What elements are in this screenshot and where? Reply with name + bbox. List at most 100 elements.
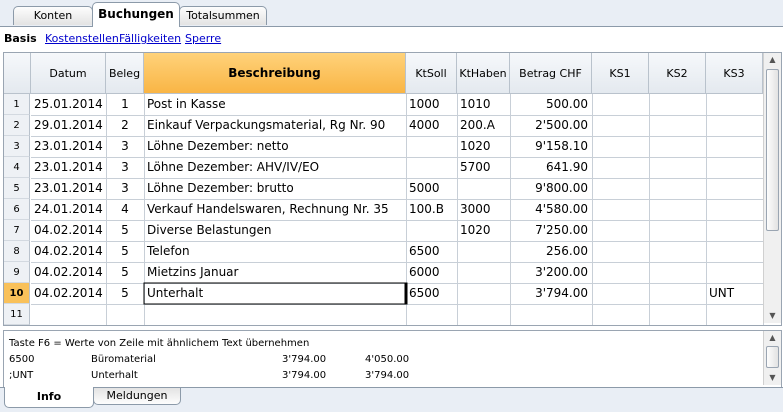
cell-ks3[interactable] — [706, 199, 763, 220]
cell-ks1[interactable] — [592, 157, 649, 178]
subtab-basis[interactable]: Basis — [4, 32, 37, 45]
cell-kthaben[interactable]: 1020 — [457, 136, 510, 157]
cell-ktsoll[interactable] — [406, 136, 457, 157]
cell-beschreibung[interactable]: Unterhalt — [144, 283, 406, 304]
row-number[interactable]: 6 — [4, 199, 30, 220]
tab-buchungen[interactable]: Buchungen — [92, 2, 180, 27]
cell-ks2[interactable] — [649, 199, 706, 220]
cell-ks1[interactable] — [592, 262, 649, 283]
cell-ks3[interactable]: UNT — [706, 283, 763, 304]
scroll-down-icon[interactable]: ▼ — [764, 371, 781, 385]
cell-ks2[interactable] — [649, 115, 706, 136]
cell-ktsoll[interactable] — [406, 220, 457, 241]
cell-ks3[interactable] — [706, 262, 763, 283]
cell-beschreibung[interactable]: Verkauf Handelswaren, Rechnung Nr. 35 — [144, 199, 406, 220]
cell-ks1[interactable] — [592, 94, 649, 115]
cell-beschreibung[interactable]: Telefon — [144, 241, 406, 262]
cell-beschreibung[interactable]: Löhne Dezember: AHV/IV/EO — [144, 157, 406, 178]
cell-ks2[interactable] — [649, 283, 706, 304]
row-number[interactable]: 3 — [4, 136, 30, 157]
cell-beschreibung[interactable]: Post in Kasse — [144, 94, 406, 115]
scroll-up-icon[interactable]: ▲ — [764, 331, 781, 345]
column-header-ktsoll[interactable]: KtSoll — [406, 53, 457, 94]
cell-betrag[interactable] — [510, 304, 592, 325]
cell-betrag[interactable]: 256.00 — [510, 241, 592, 262]
column-header-datum[interactable]: Datum — [31, 53, 106, 94]
cell-datum[interactable]: 23.01.2014 — [31, 178, 106, 199]
cell-kthaben[interactable] — [457, 283, 510, 304]
cell-kthaben[interactable]: 1020 — [457, 220, 510, 241]
cell-ktsoll[interactable]: 4000 — [406, 115, 457, 136]
cell-beleg[interactable]: 3 — [106, 157, 144, 178]
cell-datum[interactable] — [31, 304, 106, 325]
cell-ks2[interactable] — [649, 178, 706, 199]
column-header-betrag[interactable]: Betrag CHF — [510, 53, 592, 94]
cell-ks2[interactable] — [649, 136, 706, 157]
cell-beschreibung[interactable]: Diverse Belastungen — [144, 220, 406, 241]
subtab-faelligkeiten[interactable]: Fälligkeiten — [119, 32, 181, 45]
cell-ktsoll[interactable]: 6000 — [406, 262, 457, 283]
cell-betrag[interactable]: 9'800.00 — [510, 178, 592, 199]
cell-beleg[interactable]: 5 — [106, 283, 144, 304]
cell-ktsoll[interactable]: 1000 — [406, 94, 457, 115]
cell-beschreibung[interactable]: Löhne Dezember: brutto — [144, 178, 406, 199]
cell-datum[interactable]: 25.01.2014 — [31, 94, 106, 115]
cell-beleg[interactable]: 3 — [106, 178, 144, 199]
cell-kthaben[interactable]: 200.A — [457, 115, 510, 136]
cell-ks1[interactable] — [592, 304, 649, 325]
cell-ks3[interactable] — [706, 241, 763, 262]
row-number[interactable]: 4 — [4, 157, 30, 178]
cell-beschreibung[interactable]: Einkauf Verpackungsmaterial, Rg Nr. 90 — [144, 115, 406, 136]
info-vertical-scrollbar[interactable]: ▲ ▼ — [763, 331, 781, 385]
cell-datum[interactable]: 04.02.2014 — [31, 262, 106, 283]
cell-beleg[interactable]: 4 — [106, 199, 144, 220]
cell-ktsoll[interactable]: 6500 — [406, 283, 457, 304]
row-number[interactable]: 11 — [4, 304, 30, 325]
cell-ks2[interactable] — [649, 241, 706, 262]
cell-kthaben[interactable] — [457, 241, 510, 262]
cell-beleg[interactable]: 5 — [106, 262, 144, 283]
cell-kthaben[interactable]: 1010 — [457, 94, 510, 115]
row-number[interactable]: 9 — [4, 262, 30, 283]
cell-ks1[interactable] — [592, 136, 649, 157]
tab-info[interactable]: Info — [4, 387, 94, 408]
cell-ks3[interactable] — [706, 304, 763, 325]
cell-ks2[interactable] — [649, 262, 706, 283]
cell-beleg[interactable]: 5 — [106, 220, 144, 241]
cell-ks1[interactable] — [592, 115, 649, 136]
cell-ktsoll[interactable]: 100.B — [406, 199, 457, 220]
tab-totalsummen[interactable]: Totalsummen — [179, 6, 267, 25]
cell-betrag[interactable]: 7'250.00 — [510, 220, 592, 241]
cell-kthaben[interactable]: 5700 — [457, 157, 510, 178]
row-number[interactable]: 2 — [4, 115, 30, 136]
vertical-scrollbar[interactable]: ▲ ▼ — [763, 53, 781, 323]
cell-beschreibung[interactable]: Löhne Dezember: netto — [144, 136, 406, 157]
cell-betrag[interactable]: 9'158.10 — [510, 136, 592, 157]
subtab-kostenstellen[interactable]: Kostenstellen — [45, 32, 119, 45]
cell-beleg[interactable]: 3 — [106, 136, 144, 157]
cell-datum[interactable]: 04.02.2014 — [31, 283, 106, 304]
subtab-sperre[interactable]: Sperre — [185, 32, 221, 45]
cell-datum[interactable]: 29.01.2014 — [31, 115, 106, 136]
cell-betrag[interactable]: 2'500.00 — [510, 115, 592, 136]
cell-ktsoll[interactable]: 5000 — [406, 178, 457, 199]
cell-ks3[interactable] — [706, 220, 763, 241]
column-header-ks1[interactable]: KS1 — [592, 53, 649, 94]
cell-ks2[interactable] — [649, 220, 706, 241]
cell-datum[interactable]: 04.02.2014 — [31, 220, 106, 241]
row-number[interactable]: 10 — [4, 283, 30, 304]
cell-ks3[interactable] — [706, 115, 763, 136]
scrollbar-thumb[interactable] — [766, 346, 779, 368]
cell-ktsoll[interactable] — [406, 304, 457, 325]
cell-kthaben[interactable]: 3000 — [457, 199, 510, 220]
column-header-ks2[interactable]: KS2 — [649, 53, 706, 94]
cell-ktsoll[interactable] — [406, 157, 457, 178]
tab-konten[interactable]: Konten — [13, 6, 93, 25]
cell-ktsoll[interactable]: 6500 — [406, 241, 457, 262]
cell-beleg[interactable] — [106, 304, 144, 325]
scroll-down-icon[interactable]: ▼ — [764, 309, 781, 323]
cell-betrag[interactable]: 3'794.00 — [510, 283, 592, 304]
cell-datum[interactable]: 23.01.2014 — [31, 136, 106, 157]
cell-beleg[interactable]: 5 — [106, 241, 144, 262]
cell-datum[interactable]: 24.01.2014 — [31, 199, 106, 220]
